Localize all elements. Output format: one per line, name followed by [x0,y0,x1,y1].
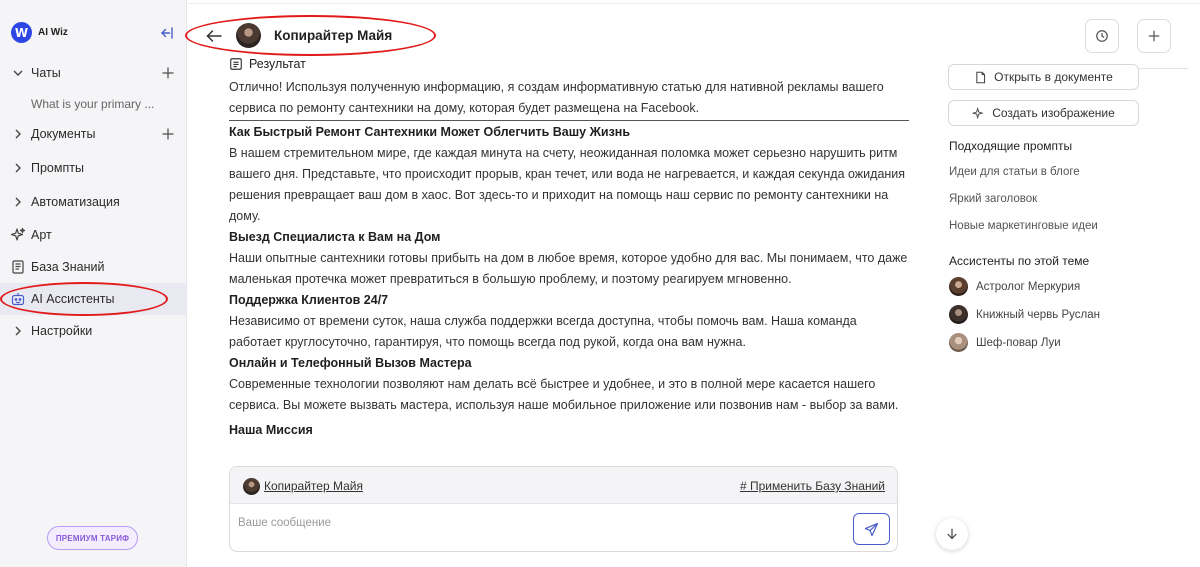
message-composer: Копирайтер Майя # Применить Базу Знаний [229,466,898,552]
create-image-label: Создать изображение [992,106,1115,120]
section-title: Выезд Специалиста к Вам на Дом [229,230,441,244]
send-icon [864,522,879,536]
robot-icon [11,293,25,306]
assistant-avatar [236,23,261,48]
result-intro: Отлично! Используя полученную информацию… [229,77,909,121]
sidebar-item-prompts[interactable]: Промпты [0,152,186,184]
new-chat-button[interactable] [1137,19,1171,53]
sparkle-icon [972,106,984,119]
sidebar-item-label: Чаты [31,66,61,80]
clock-icon [1096,30,1108,42]
related-assistant[interactable]: Книжный червь Руслан [949,305,1100,324]
related-assistant-name: Книжный червь Руслан [976,308,1100,321]
brand[interactable]: W AI Wiz [11,22,68,43]
sidebar-item-label: Промпты [31,161,84,175]
sidebar-item-chats[interactable]: Чаты [0,57,186,89]
message-input[interactable] [238,517,838,529]
book-icon [12,260,24,274]
sidebar-item-settings[interactable]: Настройки [0,315,186,347]
related-assistant-name: Астролог Меркурия [976,280,1081,293]
sidebar-item-knowledge-base[interactable]: База Знаний [0,251,186,283]
section-title: Как Быстрый Ремонт Сантехники Может Обле… [229,125,631,139]
related-assistant[interactable]: Астролог Меркурия [949,277,1080,296]
premium-plan-button[interactable]: ПРЕМИУМ ТАРИФ [47,526,138,550]
add-chat-icon[interactable] [160,65,176,81]
brand-name: AI Wiz [38,27,68,38]
arrow-down-icon [947,528,957,540]
sidebar-item-label: База Знаний [31,260,105,274]
prompts-heading: Подходящие промпты [949,139,1073,153]
top-divider [188,3,1200,4]
composer-assistant-link[interactable]: Копирайтер Майя [264,479,363,493]
sidebar-item-label: Автоматизация [31,195,120,209]
result-heading-label: Результат [249,57,306,71]
section-body: Современные технологии позволяют нам дел… [229,377,899,412]
sidebar-item-documents[interactable]: Документы [0,118,186,150]
send-button[interactable] [853,513,890,545]
brand-logo: W [11,22,32,43]
section-body: Независимо от времени суток, наша служба… [229,314,857,349]
composer-toolbar: Копирайтер Майя # Применить Базу Знаний [230,467,897,504]
chat-history-item[interactable]: What is your primary ... [31,97,154,111]
sidebar-item-label: Арт [31,228,52,242]
sidebar-item-label: Настройки [31,324,93,338]
collapse-sidebar-icon[interactable] [159,25,175,41]
avatar [949,277,968,296]
document-icon [976,71,986,83]
related-assistant-name: Шеф-повар Луи [976,336,1061,349]
assistant-title: Копирайтер Майя [274,28,393,43]
open-in-document-button[interactable]: Открыть в документе [948,64,1139,90]
scroll-down-button[interactable] [936,518,968,550]
add-document-icon[interactable] [160,126,176,142]
prompt-link[interactable]: Новые маркетинговые идеи [949,220,1098,232]
assistants-heading: Ассистенты по этой теме [949,254,1090,268]
back-arrow-icon[interactable] [204,26,224,46]
section-title: Поддержка Клиентов 24/7 [229,293,389,307]
sidebar-item-automation[interactable]: Автоматизация [0,186,186,218]
sidebar-item-art[interactable]: Арт [0,219,186,251]
avatar [243,478,260,495]
sidebar-item-label: AI Ассистенты [31,292,115,306]
sidebar-item-label: Документы [31,127,96,141]
result-heading: Результат [229,57,306,71]
avatar [949,333,968,352]
chevron-right-icon [15,163,21,173]
chevron-right-icon [15,197,21,207]
section-title: Наша Миссия [229,423,313,437]
open-in-document-label: Открыть в документе [994,70,1113,84]
sidebar: W AI Wiz Чаты What is your primary ... Д… [0,0,187,567]
document-icon [230,58,242,70]
section-body: В нашем стремительном мире, где каждая м… [229,146,906,223]
result-content: Отлично! Используя полученную информацию… [229,77,909,441]
history-button[interactable] [1085,19,1119,53]
chevron-down-icon [13,70,23,76]
apply-knowledge-base-link[interactable]: # Применить Базу Знаний [740,479,885,493]
plus-icon [1148,30,1160,42]
avatar [949,305,968,324]
section-body: Наши опытные сантехники готовы прибыть н… [229,251,908,286]
prompt-link[interactable]: Идеи для статьи в блоге [949,166,1080,178]
chevron-right-icon [15,129,21,139]
related-assistant[interactable]: Шеф-повар Луи [949,333,1061,352]
prompt-link[interactable]: Яркий заголовок [949,193,1037,205]
create-image-button[interactable]: Создать изображение [948,100,1139,126]
sparkle-icon [10,227,26,241]
chevron-right-icon [15,326,21,336]
sidebar-item-ai-assistants[interactable]: AI Ассистенты [0,283,186,315]
section-title: Онлайн и Телефонный Вызов Мастера [229,356,472,370]
